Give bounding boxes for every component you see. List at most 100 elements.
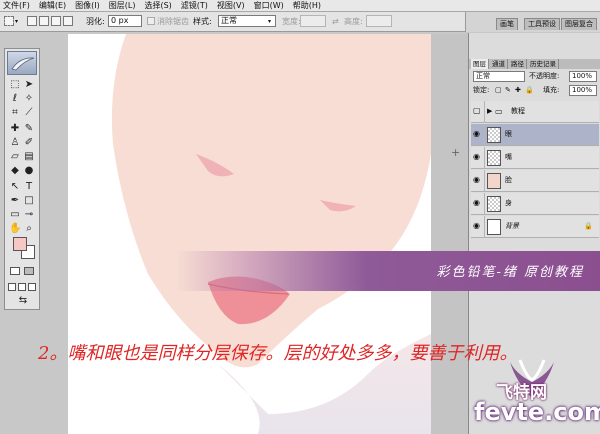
dodge-tool-icon[interactable]: ● xyxy=(23,165,35,177)
watermark-en: fevte.com xyxy=(474,398,600,426)
history-brush-icon[interactable]: ✐ xyxy=(23,137,35,149)
layer-name: 眼 xyxy=(505,130,512,138)
palette-dock: 画笔 工具预设 图层复合 xyxy=(465,12,600,32)
path-select-icon[interactable]: ↖ xyxy=(9,181,21,193)
menu-file[interactable]: 文件(F) xyxy=(3,1,30,11)
antialias-label: 消除锯齿 xyxy=(157,17,189,26)
eye-icon[interactable]: ◉ xyxy=(473,199,483,207)
screen-mode-3-button[interactable] xyxy=(28,283,36,291)
tab-layers[interactable]: 图层 xyxy=(471,59,489,69)
notes-tool-icon[interactable]: ▭ xyxy=(9,209,21,221)
lasso-tool-icon[interactable]: ℓ xyxy=(9,93,21,105)
visibility-off-icon[interactable]: ▢ xyxy=(473,107,483,115)
hand-tool-icon[interactable]: ✋ xyxy=(9,223,21,235)
layer-row-face[interactable]: ◉ 脸 xyxy=(471,170,599,192)
eye-icon[interactable]: ◉ xyxy=(473,176,483,184)
layer-name: 教程 xyxy=(511,107,525,115)
document-canvas[interactable] xyxy=(68,34,431,434)
jump-to-imageready-icon[interactable]: ⇆ xyxy=(17,295,29,307)
foreground-color-swatch[interactable] xyxy=(13,237,27,251)
eye-icon[interactable]: ◉ xyxy=(473,222,483,230)
lock-transparency-icon[interactable]: ▢ xyxy=(495,86,502,95)
menu-filter[interactable]: 滤镜(T) xyxy=(181,1,208,11)
expand-triangle-icon[interactable]: ▶ xyxy=(487,107,492,115)
shape-tool-icon[interactable]: □ xyxy=(23,195,35,207)
zoom-tool-icon[interactable]: ⌕ xyxy=(23,223,35,235)
brush-tool-icon[interactable]: ✎ xyxy=(23,123,35,135)
menu-view[interactable]: 视图(V) xyxy=(217,1,245,11)
eye-icon[interactable]: ◉ xyxy=(473,130,483,138)
marquee-tool-icon[interactable]: ⬚ xyxy=(9,79,21,91)
canvas-pasteboard: + xyxy=(431,34,468,434)
eyedropper-icon[interactable]: ⊸ xyxy=(23,209,35,221)
menu-help[interactable]: 帮助(H) xyxy=(293,1,321,11)
layer-row-mouth[interactable]: ◉ 嘴 xyxy=(471,147,599,169)
opacity-label: 不透明度: xyxy=(529,72,560,80)
fill-label: 填充: xyxy=(543,86,560,94)
crop-tool-icon[interactable]: ⌗ xyxy=(9,107,21,119)
dock-tab-tool-presets[interactable]: 工具预设 xyxy=(524,18,560,30)
intersect-selection-icon[interactable] xyxy=(63,16,73,26)
tab-history[interactable]: 历史记录 xyxy=(528,59,559,69)
menu-image[interactable]: 图像(I) xyxy=(75,1,100,11)
chevron-down-icon: ▾ xyxy=(268,18,272,25)
menu-edit[interactable]: 编辑(E) xyxy=(39,1,66,11)
tab-channels[interactable]: 通道 xyxy=(490,59,508,69)
magic-wand-icon[interactable]: ✧ xyxy=(23,93,35,105)
feather-logo-icon xyxy=(7,51,37,75)
marquee-preset-icon[interactable] xyxy=(4,16,14,26)
move-tool-icon[interactable]: ➤ xyxy=(23,79,35,91)
eye-icon[interactable]: ◉ xyxy=(473,153,483,161)
lock-paint-icon[interactable]: ✎ xyxy=(505,86,511,95)
link-cell xyxy=(484,170,485,192)
menu-layer[interactable]: 图层(L) xyxy=(109,1,136,11)
menu-select[interactable]: 选择(S) xyxy=(144,1,171,11)
lock-all-icon[interactable]: 🔒 xyxy=(525,86,534,95)
add-selection-icon[interactable] xyxy=(39,16,49,26)
antialias-checkbox[interactable] xyxy=(147,17,155,25)
layer-row-body[interactable]: ◉ 身 xyxy=(471,193,599,215)
menu-window[interactable]: 窗口(W) xyxy=(254,1,284,11)
blend-mode-select[interactable]: 正常 xyxy=(473,71,525,82)
dock-tab-brushes[interactable]: 画笔 xyxy=(496,18,518,30)
standard-mode-button[interactable] xyxy=(10,267,20,275)
tutorial-banner: 彩色铅笔-绪 原创教程 xyxy=(176,251,600,291)
slice-tool-icon[interactable]: ⟋ xyxy=(23,107,35,119)
pen-tool-icon[interactable]: ✒ xyxy=(9,195,21,207)
tools-panel: ⬚ ➤ ℓ ✧ ⌗ ⟋ ✚ ✎ ♙ ✐ ▱ ▤ ◆ ● ↖ T ✒ □ ▭ ⊸ … xyxy=(4,48,40,310)
dock-tab-layer-comps[interactable]: 图层复合 xyxy=(561,18,597,30)
new-selection-icon[interactable] xyxy=(27,16,37,26)
layer-row-background[interactable]: ◉ 背景 🔒 xyxy=(471,216,599,238)
height-input[interactable] xyxy=(366,15,392,27)
banner-text: 彩色铅笔-绪 原创教程 xyxy=(436,265,584,280)
screen-mode-1-button[interactable] xyxy=(8,283,16,291)
crosshair-cursor-icon: + xyxy=(451,146,461,159)
folder-icon: ▭ xyxy=(495,107,503,116)
quickmask-mode-button[interactable] xyxy=(24,267,34,275)
swap-icon[interactable]: ⇄ xyxy=(332,16,339,27)
clone-stamp-icon[interactable]: ♙ xyxy=(9,137,21,149)
width-input[interactable] xyxy=(300,15,326,27)
opacity-input[interactable]: 100% xyxy=(569,71,597,82)
height-label: 高度: xyxy=(344,17,363,26)
layer-row-eye[interactable]: ◉ 眼 xyxy=(471,124,599,146)
healing-brush-icon[interactable]: ✚ xyxy=(9,123,21,135)
feather-input[interactable]: 0 px xyxy=(108,15,142,27)
tab-paths[interactable]: 路径 xyxy=(509,59,527,69)
subtract-selection-icon[interactable] xyxy=(51,16,61,26)
lock-move-icon[interactable]: ✚ xyxy=(515,86,521,95)
screen-mode-2-button[interactable] xyxy=(18,283,26,291)
gradient-tool-icon[interactable]: ▤ xyxy=(23,151,35,163)
link-cell xyxy=(484,124,485,146)
fill-input[interactable]: 100% xyxy=(569,85,597,96)
type-tool-icon[interactable]: T xyxy=(23,181,35,193)
layer-name: 背景 xyxy=(505,222,519,230)
instruction-text: 2。嘴和眼也是同样分层保存。层的好处多多，要善于利用。 xyxy=(38,343,518,364)
chevron-down-icon[interactable]: ▾ xyxy=(15,16,18,27)
blur-tool-icon[interactable]: ◆ xyxy=(9,165,21,177)
layer-row-group[interactable]: ▢ ▶ ▭ 教程 xyxy=(471,101,599,123)
layers-panel-tabs: 图层 通道 路径 历史记录 xyxy=(469,59,600,69)
layer-name: 身 xyxy=(505,199,512,207)
link-cell xyxy=(484,193,485,215)
eraser-tool-icon[interactable]: ▱ xyxy=(9,151,21,163)
